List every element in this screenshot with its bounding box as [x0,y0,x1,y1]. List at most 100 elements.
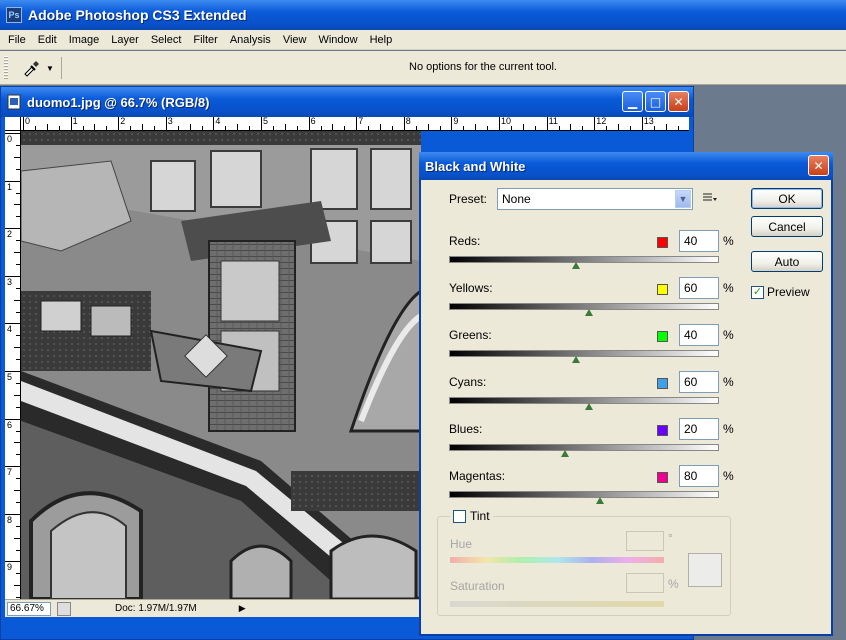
cyans-slider-thumb[interactable] [585,403,594,410]
ruler-h-label: 6 [310,117,316,126]
preset-dropdown[interactable]: None ▼ [497,188,693,210]
ruler-tick [177,126,179,130]
cyans-value-field[interactable]: 60 [679,371,719,393]
ruler-tick [272,126,274,130]
percent-unit: % [723,469,734,483]
dialog-title-bar[interactable]: Black and White ✕ [419,152,833,180]
maximize-button[interactable]: □ [645,91,666,112]
horizontal-ruler[interactable]: 0 1 2 3 4 5 6 7 8 9 10 11 12 13 [21,117,689,131]
channel-color-swatch [657,237,668,248]
ruler-h-label: 13 [643,117,654,126]
ruler-origin[interactable] [5,117,21,131]
ruler-tick [201,126,203,130]
document-title-bar[interactable]: duomo1.jpg @ 66.7% (RGB/8) ▁ □ ✕ [1,87,693,117]
saturation-slider[interactable] [450,601,664,607]
menu-file[interactable]: File [2,34,32,46]
ruler-tick [16,168,20,170]
status-bar: 66.67% Doc: 1.97M/1.97M ▶ [5,599,421,617]
close-button[interactable]: ✕ [668,91,689,112]
menu-window[interactable]: Window [312,34,363,46]
auto-button[interactable]: Auto [751,251,823,272]
menu-view[interactable]: View [277,34,313,46]
yellows-value-field[interactable]: 60 [679,277,719,299]
ruler-tick [165,117,167,130]
channel-row-cyans: Cyans: 60% [449,371,739,417]
ok-button[interactable]: OK [751,188,823,209]
ruler-tick [14,156,20,158]
magentas-slider-track[interactable] [449,491,719,498]
ruler-tick [534,126,536,130]
preset-label: Preset: [449,192,488,206]
blues-slider-track[interactable] [449,444,719,451]
close-icon: ✕ [813,158,824,173]
ruler-tick [380,124,381,130]
status-arrow-icon[interactable]: ▶ [239,603,246,614]
zoom-field[interactable]: 66.67% [7,601,51,616]
ruler-tick [5,561,20,563]
menu-help[interactable]: Help [364,34,399,46]
menu-analysis[interactable]: Analysis [224,34,277,46]
ruler-tick [14,204,20,206]
reds-slider-thumb[interactable] [571,262,580,269]
ruler-tick [332,124,334,130]
ruler-tick [16,144,20,146]
yellows-slider-track[interactable] [449,303,719,310]
ruler-tick [5,418,20,420]
status-menu-icon[interactable] [57,601,71,616]
ruler-tick [213,117,215,130]
vertical-ruler[interactable]: 0 1 2 3 4 5 6 7 8 9 [5,131,21,599]
yellows-slider-thumb[interactable] [585,309,594,316]
minimize-button[interactable]: ▁ [622,91,643,112]
blues-value-field[interactable]: 20 [679,418,719,440]
ruler-tick [5,228,20,230]
magentas-slider-thumb[interactable] [596,497,605,504]
channel-label: Greens: [449,328,492,342]
saturation-field[interactable] [626,573,664,593]
tint-checkbox[interactable] [453,509,466,523]
ruler-tick [356,117,358,130]
tint-color-swatch[interactable] [688,553,722,587]
menu-edit[interactable]: Edit [32,34,63,46]
ruler-tick [14,442,20,444]
ruler-tick [546,117,548,130]
menu-filter[interactable]: Filter [187,34,223,46]
greens-slider-thumb[interactable] [571,356,580,363]
ruler-tick [14,585,20,587]
ruler-h-label: 12 [596,117,607,126]
hue-slider[interactable] [450,557,664,563]
percent-unit: % [723,281,734,295]
menu-select[interactable]: Select [145,34,188,46]
ruler-v-label: 4 [7,324,13,335]
ruler-h-label: 4 [215,117,221,126]
chevron-down-icon[interactable]: ▼ [675,190,691,208]
menu-layer[interactable]: Layer [105,34,145,46]
menu-image[interactable]: Image [63,34,106,46]
dialog-close-button[interactable]: ✕ [808,155,829,176]
ruler-tick [16,335,20,337]
ruler-tick [16,263,20,265]
greens-slider-track[interactable] [449,350,719,357]
reds-value-field[interactable]: 40 [679,230,719,252]
reds-slider-track[interactable] [449,256,719,263]
channel-color-swatch [657,472,668,483]
ruler-tick [14,490,20,491]
magentas-value-field[interactable]: 80 [679,465,719,487]
channel-row-greens: Greens: 40% [449,324,739,370]
ruler-tick [618,124,619,130]
ruler-tick [606,126,608,130]
image-canvas[interactable] [21,131,421,599]
cancel-button[interactable]: Cancel [751,216,823,237]
preview-checkbox[interactable]: ✓ [751,286,764,299]
ruler-tick [153,126,155,130]
channel-row-blues: Blues: 20% [449,418,739,464]
channel-row-yellows: Yellows: 60% [449,277,739,323]
saturation-label: Saturation [450,579,505,593]
cyans-slider-track[interactable] [449,397,719,404]
blues-slider-thumb[interactable] [561,450,570,457]
preset-options-icon[interactable] [703,192,717,204]
document-size: Doc: 1.97M/1.97M [115,603,197,614]
hue-field[interactable] [626,531,664,551]
percent-unit: % [723,328,734,342]
greens-value-field[interactable]: 40 [679,324,719,346]
close-icon: ✕ [673,94,684,109]
